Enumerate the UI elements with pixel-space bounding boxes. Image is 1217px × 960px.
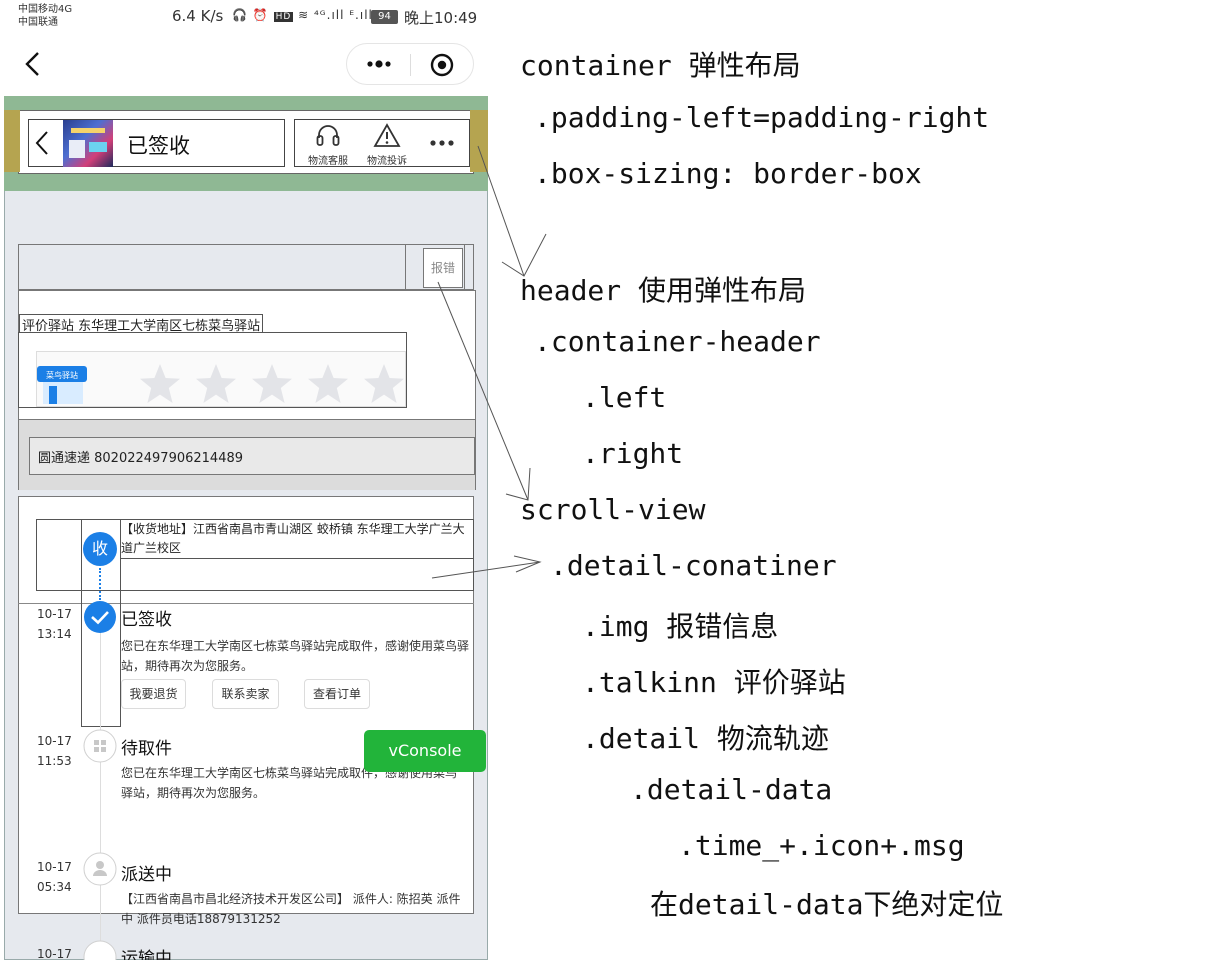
headset-icon: [316, 125, 340, 146]
note-img: .img 报错信息: [582, 610, 779, 643]
header-left: 已签收: [28, 119, 285, 167]
truck-icon: [83, 940, 117, 960]
hd-icon: HD: [273, 12, 294, 22]
note-right: .right: [582, 437, 684, 470]
star-icon[interactable]: [250, 362, 294, 406]
headphone-icon: 🎧: [232, 8, 248, 22]
step-time: 13:14: [37, 627, 72, 641]
note-container: container 弹性布局: [520, 49, 801, 82]
star-icon[interactable]: [306, 362, 350, 406]
more-dots-icon[interactable]: [359, 52, 399, 76]
logistics-service-button[interactable]: 物流客服: [303, 122, 353, 167]
note-talkinn: .talkinn 评价驿站: [582, 666, 846, 699]
step-date-time: 10-17 11:53: [37, 731, 72, 771]
note-absolute: 在detail-data下绝对定位: [650, 888, 1004, 921]
person-icon: [83, 852, 117, 886]
network-speed: 6.4 K/s: [172, 7, 224, 25]
header-title: 已签收: [127, 134, 190, 158]
step-date-time: 10-17 05:34: [37, 857, 72, 897]
address-divider: [121, 558, 474, 559]
step-title: 派送中: [121, 865, 172, 885]
status-bar: 中国移动4G 中国联通 6.4 K/s 🎧 ⏰ HD ≋ ⁴ᴳ.ıll ᴱ.ıl…: [0, 0, 495, 34]
note-time-icon-msg: .time_+.icon+.msg: [678, 829, 965, 862]
contact-seller-button[interactable]: 联系卖家: [212, 679, 279, 709]
step-title: 已签收: [121, 610, 172, 630]
note-padding: .padding-left=padding-right: [534, 101, 990, 134]
battery-icon: 94: [371, 10, 398, 24]
header-right: 物流客服 物流投诉: [294, 119, 470, 167]
product-thumbnail: [63, 120, 113, 167]
note-detail-data: .detail-data: [630, 773, 833, 806]
check-icon: [84, 601, 116, 633]
star-icon[interactable]: [138, 362, 182, 406]
vconsole-button[interactable]: vConsole: [364, 730, 486, 772]
header-back-icon[interactable]: [35, 129, 49, 157]
more-icon[interactable]: [429, 138, 455, 148]
step-message: 您已在东华理工大学南区七栋菜鸟驿站完成取件，感谢使用菜鸟驿站，期待再次为您服务。: [121, 639, 470, 673]
note-container-header: .container-header: [534, 325, 821, 358]
note-left: .left: [582, 381, 667, 414]
alarm-icon: ⏰: [252, 8, 269, 22]
signal-icons: ⁴ᴳ.ıll ᴱ.ıll: [313, 8, 373, 22]
address-connector: [99, 568, 101, 600]
note-detail: .detail 物流轨迹: [582, 722, 829, 755]
close-target-icon[interactable]: [430, 53, 454, 77]
step-date: 10-17: [37, 860, 72, 874]
address-text: 【收货地址】江西省南昌市青山湖区 蛟桥镇 东华理工大学广兰大道广兰校区: [121, 522, 465, 555]
logistics-complaint-label: 物流投诉: [367, 156, 407, 167]
mini-program-capsule: [346, 43, 474, 85]
view-order-button[interactable]: 查看订单: [304, 679, 370, 709]
timeline-line: [100, 628, 101, 960]
back-icon[interactable]: [22, 50, 44, 78]
note-header: header 使用弹性布局: [520, 274, 807, 307]
step-date-time: 10-17 13:14: [37, 604, 72, 644]
station-badge-text: 菜鸟驿站: [46, 370, 78, 380]
step-message: 【江西省南昌市昌北经济技术开发区公司】 派件人: 陈招英 派件中 派件员电话18…: [121, 892, 461, 926]
tracking-number: 圆通速递 802022497906214489: [29, 437, 475, 475]
warning-icon: [373, 123, 401, 147]
step-title: 运输中: [121, 949, 172, 960]
status-icons: 🎧 ⏰ HD ≋ ⁴ᴳ.ıll ᴱ.ıll: [232, 8, 373, 22]
carrier-2: 中国联通: [18, 17, 58, 28]
step-date: 10-17: [37, 947, 72, 960]
receive-badge: 收: [83, 532, 117, 566]
step-date: 10-17: [37, 734, 72, 748]
padding-left-marker: [4, 110, 20, 172]
rating-stars: [138, 362, 408, 406]
note-scroll-view: scroll-view: [520, 493, 706, 526]
capsule-divider: [410, 54, 411, 76]
step-title: 待取件: [121, 739, 172, 759]
star-icon[interactable]: [194, 362, 238, 406]
carrier-info: 中国移动4G 中国联通: [18, 3, 72, 29]
padding-right-marker: [470, 110, 488, 172]
report-error-button[interactable]: 报错: [423, 248, 463, 288]
grid-icon: [83, 729, 117, 763]
carrier-1: 中国移动4G: [18, 4, 73, 15]
wifi-icon: ≋: [298, 8, 310, 22]
logistics-complaint-button[interactable]: 物流投诉: [361, 122, 413, 167]
note-box-sizing: .box-sizing: border-box: [534, 157, 922, 190]
arrowhead-detail-container: [513, 555, 542, 573]
step-time: 05:34: [37, 880, 72, 894]
logistics-service-label: 物流客服: [308, 156, 348, 167]
star-icon[interactable]: [362, 362, 406, 406]
clock: 晚上10:49: [404, 9, 478, 27]
step-date: 10-17: [37, 607, 72, 621]
note-detail-container: .detail-conatiner: [550, 549, 837, 582]
step-time: 11:53: [37, 754, 72, 768]
return-goods-button[interactable]: 我要退货: [121, 679, 186, 709]
station-icon: 菜鸟驿站: [37, 366, 87, 404]
